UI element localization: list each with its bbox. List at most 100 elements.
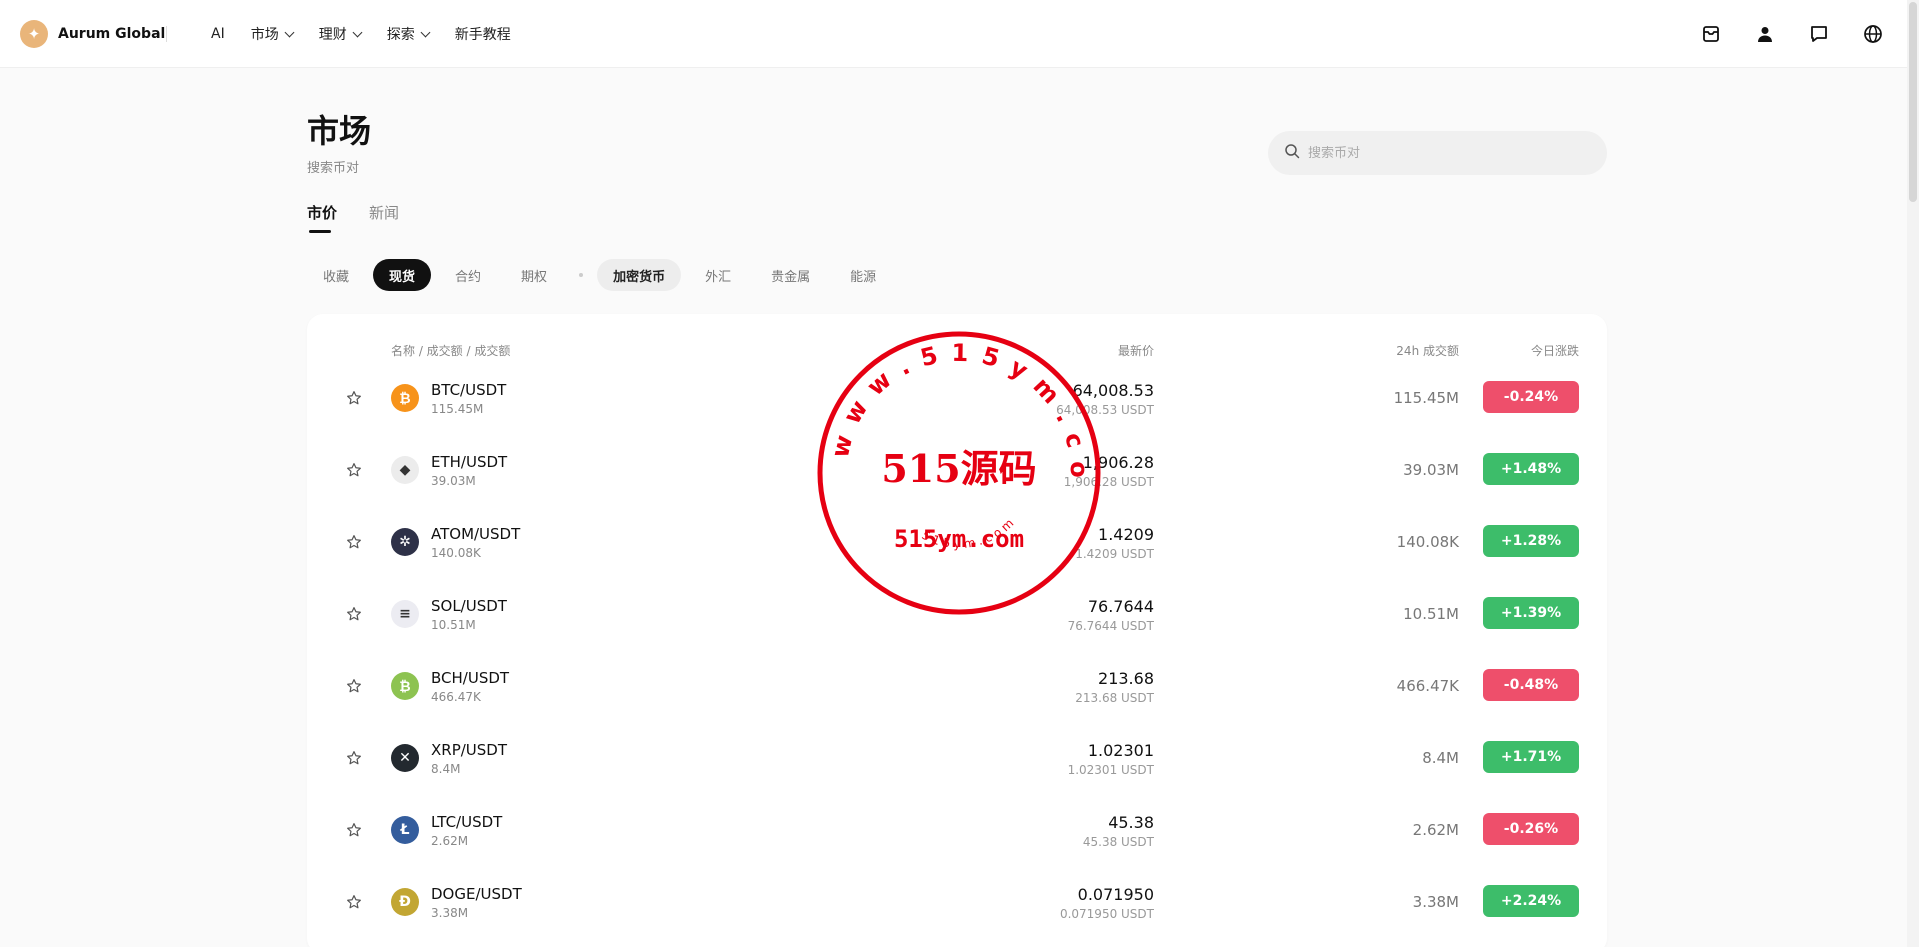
- col-header-vol24[interactable]: 24h 成交额: [1396, 342, 1459, 359]
- market-tabs: 市价 新闻: [307, 202, 431, 233]
- change-badge: +1.28%: [1483, 525, 1579, 557]
- star-icon[interactable]: [346, 534, 362, 550]
- table-row[interactable]: Ł LTC/USDT 2.62M 45.38 45.38 USDT 2.62M -0.26%: [307, 798, 1607, 870]
- table-row[interactable]: Ð DOGE/USDT 3.38M 0.071950 0.071950 USDT 3.38…: [307, 870, 1607, 942]
- filter-options[interactable]: 期权: [505, 259, 563, 291]
- filter-spot[interactable]: 现货: [373, 259, 432, 291]
- pair-volume: 466.47K: [431, 690, 481, 704]
- star-icon[interactable]: [346, 390, 362, 406]
- brand-name: Aurum Global: [58, 26, 166, 42]
- change-badge: +2.24%: [1483, 885, 1579, 917]
- volume-24h: 10.51M: [1403, 605, 1459, 623]
- star-icon[interactable]: [346, 462, 362, 478]
- col-header-price[interactable]: 最新价: [1118, 342, 1154, 359]
- last-price: 45.38: [1108, 813, 1154, 832]
- table-row[interactable]: ✕ XRP/USDT 8.4M 1.02301 1.02301 USDT 8.4M +1.7…: [307, 726, 1607, 798]
- scrollbar-thumb[interactable]: [1909, 2, 1917, 202]
- col-header-name: 名称 / 成交额 / 成交额: [391, 344, 511, 358]
- nav-item-4[interactable]: 新手教程: [455, 24, 511, 44]
- chevron-down-icon: [352, 27, 363, 37]
- pair-volume: 10.51M: [431, 618, 476, 632]
- last-price-usdt: 213.68 USDT: [1075, 691, 1154, 705]
- filter-forex[interactable]: 外汇: [689, 259, 747, 291]
- chat-icon[interactable]: [1807, 22, 1831, 46]
- pair-name: DOGE/USDT: [431, 885, 522, 903]
- last-price: 76.7644: [1087, 597, 1154, 616]
- tab-market-price[interactable]: 市价: [307, 202, 337, 233]
- star-icon[interactable]: [346, 822, 362, 838]
- globe-icon[interactable]: [1861, 22, 1885, 46]
- volume-24h: 39.03M: [1403, 461, 1459, 479]
- search-icon: [1284, 143, 1300, 163]
- tab-news[interactable]: 新闻: [369, 202, 399, 233]
- nav-item-label: 理财: [318, 27, 347, 43]
- top-navbar: ✦ Aurum Global AI 市场 理财 探索 新手教程: [0, 0, 1919, 68]
- filter-crypto[interactable]: 加密货币: [597, 259, 682, 291]
- filter-favorites[interactable]: 收藏: [307, 259, 365, 291]
- last-price-usdt: 45.38 USDT: [1082, 835, 1154, 849]
- nav-item-2[interactable]: 理财: [318, 24, 363, 44]
- last-price-usdt: 1.02301 USDT: [1067, 763, 1154, 777]
- volume-24h: 115.45M: [1393, 389, 1459, 407]
- pair-volume: 39.03M: [431, 474, 476, 488]
- change-badge: -0.26%: [1483, 813, 1579, 845]
- main-nav: AI 市场 理财 探索 新手教程: [211, 24, 537, 44]
- dogecoin-icon: Ð: [391, 888, 419, 916]
- filter-chips: 收藏 现货 合约 期权 加密货币 外汇 贵金属 能源: [307, 259, 900, 291]
- last-price: 213.68: [1098, 669, 1154, 688]
- table-row[interactable]: ◆ ETH/USDT 39.03M 1,906.28 1,906.28 USDT 39.0…: [307, 438, 1607, 510]
- solana-icon: ≡: [391, 600, 419, 628]
- pair-volume: 3.38M: [431, 906, 469, 920]
- cosmos-icon: ✲: [391, 528, 419, 556]
- table-row[interactable]: ✲ ATOM/USDT 140.08K 1.4209 1.4209 USDT 140.08…: [307, 510, 1607, 582]
- pair-volume: 2.62M: [431, 834, 469, 848]
- volume-24h: 3.38M: [1412, 893, 1459, 911]
- pair-name: BTC/USDT: [431, 381, 507, 399]
- page-subtitle: 搜索币对: [307, 161, 360, 176]
- pair-name: BCH/USDT: [431, 669, 510, 687]
- col-header-change[interactable]: 今日涨跌: [1531, 342, 1579, 359]
- last-price: 0.071950: [1077, 885, 1154, 904]
- page-scrollbar[interactable]: [1907, 0, 1919, 947]
- nav-item-1[interactable]: 市场: [250, 24, 295, 44]
- bitcoin-icon: ₿: [391, 384, 419, 412]
- chevron-down-icon: [420, 27, 431, 37]
- mailbox-icon[interactable]: [1699, 22, 1723, 46]
- star-icon[interactable]: [346, 606, 362, 622]
- last-price-usdt: 76.7644 USDT: [1067, 619, 1154, 633]
- nav-item-0[interactable]: AI: [211, 26, 225, 42]
- star-icon[interactable]: [346, 894, 362, 910]
- table-row[interactable]: ≡ SOL/USDT 10.51M 76.7644 76.7644 USDT 10.51M…: [307, 582, 1607, 654]
- nav-item-label: AI: [211, 26, 225, 42]
- star-icon[interactable]: [346, 678, 362, 694]
- last-price: 1.4209: [1098, 525, 1154, 544]
- last-price-usdt: 0.071950 USDT: [1059, 907, 1154, 921]
- brand[interactable]: ✦ Aurum Global: [20, 20, 165, 48]
- last-price-usdt: 1.4209 USDT: [1075, 547, 1154, 561]
- last-price-usdt: 64,008.53 USDT: [1056, 403, 1154, 417]
- nav-item-label: 新手教程: [454, 27, 511, 43]
- filter-energy[interactable]: 能源: [834, 259, 892, 291]
- filter-precious-metals[interactable]: 贵金属: [755, 259, 826, 291]
- change-badge: +1.39%: [1483, 597, 1579, 629]
- nav-icon-group: [1669, 22, 1885, 46]
- star-icon[interactable]: [346, 750, 362, 766]
- volume-24h: 140.08K: [1396, 533, 1459, 551]
- ethereum-icon: ◆: [391, 456, 419, 484]
- search-box[interactable]: [1268, 131, 1607, 175]
- filter-contract[interactable]: 合约: [439, 259, 497, 291]
- nav-item-label: 探索: [386, 27, 415, 43]
- pair-name: ETH/USDT: [431, 453, 508, 471]
- nav-item-3[interactable]: 探索: [386, 24, 431, 44]
- table-row[interactable]: ₿ BTC/USDT 115.45M 64,008.53 64,008.53 USDT 1…: [307, 366, 1607, 438]
- pair-name: LTC/USDT: [431, 813, 503, 831]
- last-price: 1.02301: [1087, 741, 1154, 760]
- search-input[interactable]: [1308, 145, 1588, 161]
- nav-divider: [166, 26, 167, 42]
- pair-volume: 115.45M: [431, 402, 484, 416]
- table-row[interactable]: ₿ BCH/USDT 466.47K 213.68 213.68 USDT 466.47K…: [307, 654, 1607, 726]
- pair-name: ATOM/USDT: [431, 525, 521, 543]
- pair-volume: 140.08K: [431, 546, 481, 560]
- nav-item-label: 市场: [250, 27, 279, 43]
- user-icon[interactable]: [1753, 22, 1777, 46]
